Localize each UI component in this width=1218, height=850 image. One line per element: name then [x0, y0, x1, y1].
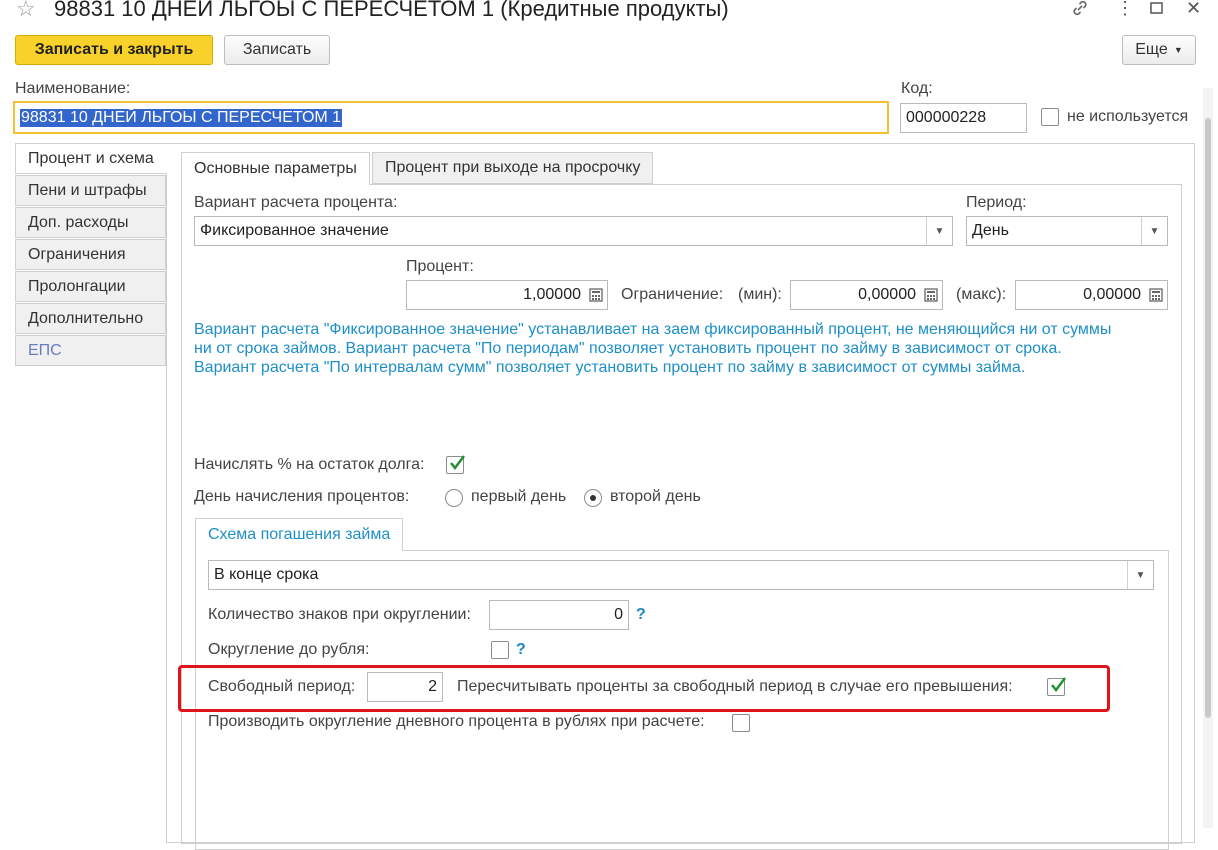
- window-title: 98831 10 ДНЕЙ ЛЬГОЫ С ПЕРЕСЧЕТОМ 1 (Кред…: [54, 0, 729, 21]
- tab-prolongations[interactable]: Пролонгации: [15, 271, 166, 302]
- help-icon[interactable]: ?: [636, 606, 646, 624]
- radio-selected-dot: [590, 495, 596, 501]
- percent-label: Процент:: [406, 258, 474, 275]
- close-icon[interactable]: ✕: [1186, 0, 1201, 19]
- scrollbar[interactable]: [1203, 88, 1213, 828]
- radio-first-day[interactable]: [445, 489, 463, 507]
- calc-variant-value: Фиксированное значение: [200, 222, 389, 239]
- max-label: (макс):: [956, 286, 1007, 303]
- tab-main-params[interactable]: Основные параметры: [181, 152, 370, 185]
- check-icon: [450, 455, 465, 470]
- calc-variant-label: Вариант расчета процента:: [194, 194, 398, 211]
- chevron-down-icon[interactable]: ▼: [1141, 217, 1167, 245]
- period-value: День: [972, 222, 1009, 239]
- link-icon[interactable]: [1070, 0, 1090, 23]
- calculator-icon[interactable]: [1145, 281, 1167, 309]
- chevron-down-icon: ▼: [1173, 45, 1183, 55]
- period-select[interactable]: День ▼: [966, 216, 1168, 246]
- repayment-scheme-value: В конце срока: [214, 566, 319, 583]
- tab-eps[interactable]: ЕПС: [15, 335, 166, 366]
- more-button-label: Еще: [1135, 41, 1168, 58]
- tab-limits[interactable]: Ограничения: [15, 239, 166, 270]
- info-line: Вариант расчета "Фиксированное значение"…: [194, 321, 1112, 338]
- repayment-scheme-select[interactable]: В конце срока ▼: [208, 560, 1154, 590]
- calculator-icon[interactable]: [920, 281, 942, 309]
- more-vertical-icon[interactable]: ⋮: [1116, 0, 1134, 19]
- favorite-star-icon[interactable]: ☆: [16, 0, 36, 22]
- accrue-balance-label: Начислять % на остаток долга:: [194, 456, 425, 473]
- highlight-box: [178, 665, 1110, 712]
- tab-penalties[interactable]: Пени и штрафы: [15, 175, 166, 206]
- save-and-close-button[interactable]: Записать и закрыть: [15, 35, 213, 65]
- calculator-icon[interactable]: [585, 281, 607, 309]
- accrue-balance-checkbox[interactable]: [446, 455, 465, 474]
- code-input[interactable]: 000000228: [900, 103, 1027, 133]
- name-label: Наименование:: [15, 80, 131, 97]
- rounding-digits-input[interactable]: 0: [489, 600, 629, 630]
- min-input[interactable]: 0,00000: [790, 280, 943, 310]
- radio-second-day[interactable]: [584, 489, 602, 507]
- save-button[interactable]: Записать: [224, 35, 330, 65]
- max-value: 0,00000: [1083, 286, 1141, 303]
- more-button[interactable]: Еще ▼: [1122, 35, 1196, 65]
- radio-second-day-label: второй день: [610, 488, 701, 505]
- radio-first-day-label: первый день: [471, 488, 567, 505]
- daily-round-checkbox[interactable]: [732, 714, 750, 732]
- rounding-digits-label: Количество знаков при округлении:: [208, 606, 471, 623]
- tab-additional[interactable]: Дополнительно: [15, 303, 166, 334]
- maximize-icon[interactable]: [1150, 0, 1164, 19]
- limit-label: Ограничение:: [621, 286, 724, 303]
- help-icon[interactable]: ?: [516, 641, 526, 659]
- round-ruble-checkbox[interactable]: [491, 641, 509, 659]
- name-input-value: 98831 10 ДНЕЙ ЛЬГОЫ С ПЕРЕСЧЕТОМ 1: [20, 108, 343, 127]
- calc-variant-info: Вариант расчета "Фиксированное значение"…: [194, 320, 1169, 377]
- name-input[interactable]: 98831 10 ДНЕЙ ЛЬГОЫ С ПЕРЕСЧЕТОМ 1: [13, 101, 889, 134]
- max-input[interactable]: 0,00000: [1015, 280, 1168, 310]
- daily-round-label: Производить округление дневного процента…: [208, 713, 705, 730]
- not-used-checkbox[interactable]: [1041, 108, 1059, 126]
- min-label: (мин):: [738, 286, 782, 303]
- not-used-label: не используется: [1067, 108, 1189, 125]
- tab-percent-scheme[interactable]: Процент и схема: [15, 143, 167, 174]
- chevron-down-icon[interactable]: ▼: [926, 217, 952, 245]
- chevron-down-icon[interactable]: ▼: [1127, 561, 1153, 589]
- round-ruble-label: Округление до рубля:: [208, 641, 370, 658]
- tab-extra-expenses[interactable]: Доп. расходы: [15, 207, 166, 238]
- period-label: Период:: [966, 194, 1027, 211]
- code-label: Код:: [901, 80, 933, 97]
- info-line: ни от срока займов. Вариант расчета "По …: [194, 340, 1062, 357]
- tab-repayment-scheme[interactable]: Схема погашения займа: [195, 518, 404, 551]
- min-value: 0,00000: [858, 286, 916, 303]
- info-line: Вариант расчета "По интервалам сумм" поз…: [194, 359, 1026, 376]
- accrual-day-label: День начисления процентов:: [194, 488, 410, 505]
- scrollbar-thumb[interactable]: [1205, 118, 1211, 718]
- tab-overdue-percent[interactable]: Процент при выходе на просрочку: [372, 152, 654, 184]
- percent-value: 1,00000: [523, 286, 581, 303]
- calc-variant-select[interactable]: Фиксированное значение ▼: [194, 216, 953, 246]
- percent-input[interactable]: 1,00000: [406, 280, 608, 310]
